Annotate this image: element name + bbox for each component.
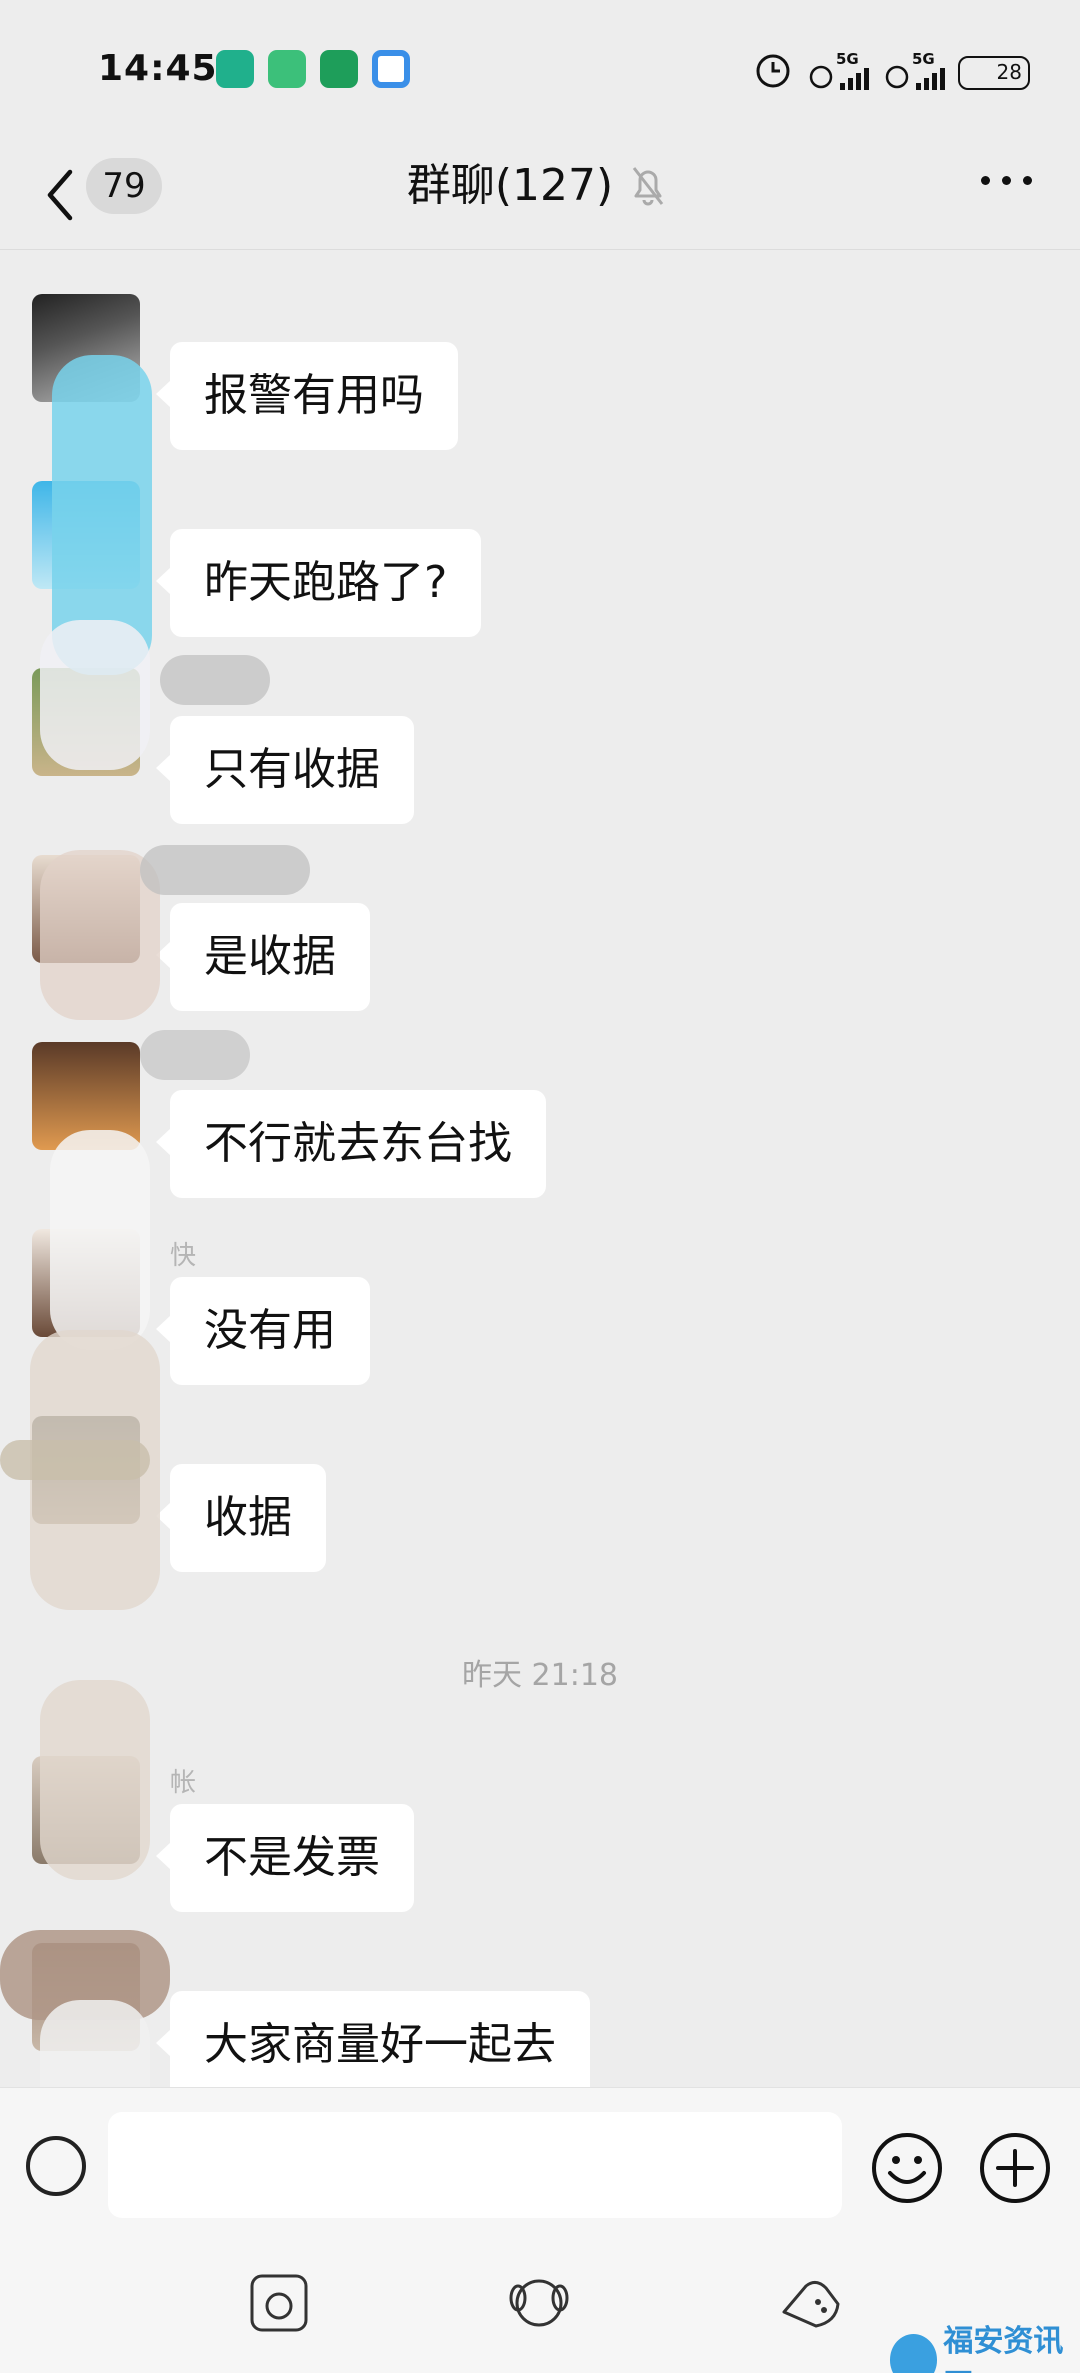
battery-indicator: 28 (958, 56, 1030, 90)
watermark-logo-icon (890, 2334, 938, 2373)
message-bubble[interactable]: 不是发票 (156, 1804, 414, 1912)
tomato-app-icon (320, 50, 358, 88)
avatar[interactable] (32, 294, 140, 402)
signal-bars-icon (916, 68, 945, 90)
header-divider (0, 249, 1080, 250)
status-time: 14:45 (98, 48, 218, 89)
signal-indicator-2: 5G (882, 50, 945, 90)
message-item: 快 没有用 (0, 1225, 1080, 1411)
sender-name: 帐 (170, 1768, 197, 1798)
message-item: 报警有用吗 (0, 290, 1080, 476)
status-indicators: 5G 5G 28 (754, 50, 1030, 90)
sender-name: 快 (170, 1241, 197, 1271)
message-input[interactable] (108, 2112, 842, 2218)
message-item: 收据 (0, 1412, 1080, 1598)
message-bubble[interactable]: 是收据 (156, 903, 370, 1011)
emoji-icon[interactable] (870, 2131, 944, 2205)
alarm-clock-icon (756, 54, 790, 88)
voice-input-icon[interactable] (26, 2136, 86, 2196)
browser-app-icon (372, 50, 410, 88)
avatar[interactable] (32, 1416, 140, 1524)
avatar[interactable] (32, 481, 140, 589)
avatar[interactable] (32, 668, 140, 776)
game-controller-icon[interactable] (776, 2268, 846, 2338)
message-item: 帐 不是发票 (0, 1752, 1080, 1938)
message-bubble[interactable]: 只有收据 (156, 716, 414, 824)
mi-home-app-icon (216, 50, 254, 88)
puppy-sticker-icon[interactable] (504, 2268, 574, 2338)
signal-indicator-1: 5G (806, 50, 869, 90)
signal-bars-icon (840, 68, 869, 90)
network-type: 5G (836, 50, 859, 68)
message-item: 是收据 (0, 851, 1080, 1037)
chat-title-text: 群聊(127) (406, 160, 614, 211)
more-options-icon[interactable] (981, 176, 1032, 185)
mute-bell-icon (632, 167, 664, 206)
message-bubble[interactable]: 不行就去东台找 (156, 1090, 546, 1198)
message-item: 只有收据 (0, 664, 1080, 850)
message-timestamp: 昨天 21:18 (462, 1658, 618, 1693)
avatar[interactable] (32, 1042, 140, 1150)
message-bubble[interactable]: 大家商量好一起去 (156, 1991, 590, 2099)
site-watermark: 福安资讯网 (890, 2316, 1080, 2373)
message-bubble[interactable]: 没有用 (156, 1277, 370, 1385)
status-bar: 14:45 5G 5G 28 (0, 0, 1080, 140)
sheep-icon (809, 65, 833, 89)
fingerprint-app-icon (268, 50, 306, 88)
watermark-text: 福安资讯网 (943, 2324, 1064, 2373)
avatar[interactable] (32, 855, 140, 963)
avatar[interactable] (32, 1943, 140, 2051)
avatar[interactable] (32, 1229, 140, 1337)
message-bubble[interactable]: 收据 (156, 1464, 326, 1572)
message-item: 不行就去东台找 (0, 1038, 1080, 1224)
avatar[interactable] (32, 1756, 140, 1864)
network-type: 5G (912, 50, 935, 68)
status-app-icons (216, 50, 410, 88)
message-item: 昨天跑路了? (0, 477, 1080, 663)
plus-icon[interactable] (978, 2131, 1052, 2205)
message-bubble[interactable]: 报警有用吗 (156, 342, 458, 450)
image-sticker-icon[interactable] (244, 2268, 314, 2338)
sheep-icon (885, 65, 909, 89)
message-bubble[interactable]: 昨天跑路了? (155, 529, 482, 637)
chat-title: 群聊(127) (0, 158, 1080, 214)
